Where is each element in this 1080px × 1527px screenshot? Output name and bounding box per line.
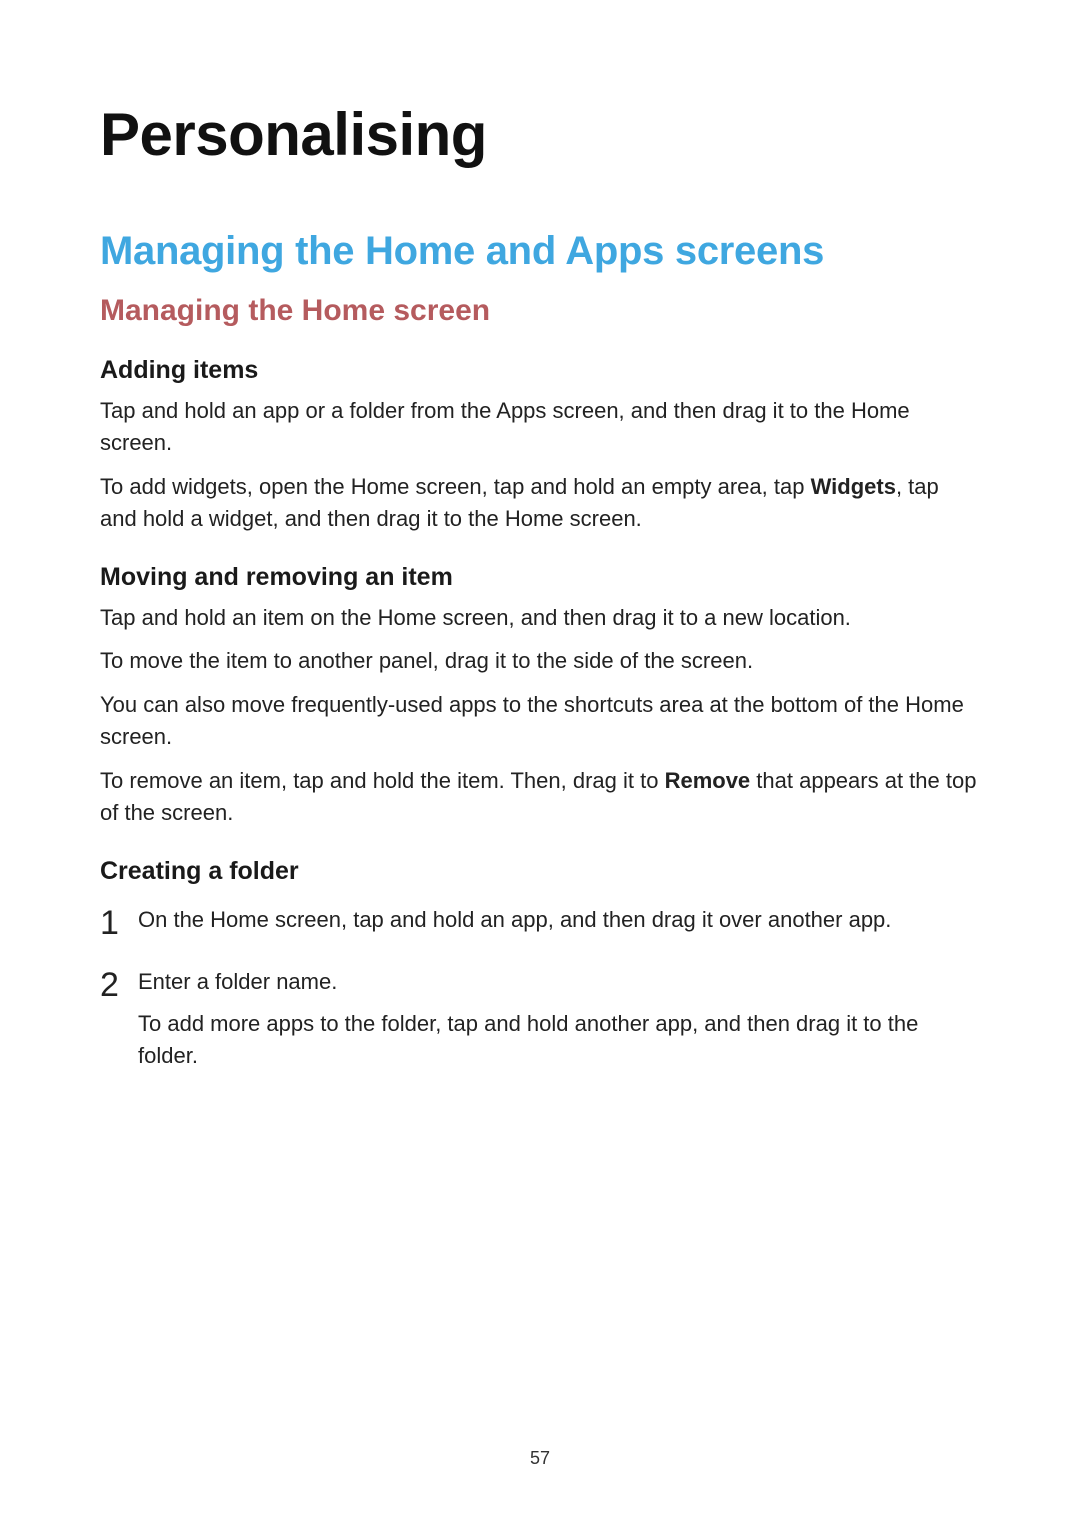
step-number: 1: [100, 904, 138, 940]
paragraph: On the Home screen, tap and hold an app,…: [138, 904, 980, 936]
text: To remove an item, tap and hold the item…: [100, 768, 665, 793]
document-page: Personalising Managing the Home and Apps…: [0, 0, 1080, 1527]
section-title-h2: Managing the Home and Apps screens: [100, 229, 980, 274]
paragraph: Tap and hold an app or a folder from the…: [100, 395, 980, 459]
paragraph: Enter a folder name.: [138, 966, 980, 998]
paragraph: To move the item to another panel, drag …: [100, 645, 980, 677]
numbered-steps: 1 On the Home screen, tap and hold an ap…: [100, 904, 980, 1082]
step-2: 2 Enter a folder name. To add more apps …: [100, 966, 980, 1082]
paragraph: To add more apps to the folder, tap and …: [138, 1008, 980, 1072]
paragraph: To add widgets, open the Home screen, ta…: [100, 471, 980, 535]
text: To add widgets, open the Home screen, ta…: [100, 474, 811, 499]
page-number: 57: [0, 1448, 1080, 1469]
heading-adding-items: Adding items: [100, 356, 980, 385]
bold-text: Remove: [665, 768, 751, 793]
page-title-h1: Personalising: [100, 100, 980, 169]
heading-creating-folder: Creating a folder: [100, 857, 980, 886]
paragraph: Tap and hold an item on the Home screen,…: [100, 602, 980, 634]
step-1: 1 On the Home screen, tap and hold an ap…: [100, 904, 980, 946]
step-body: On the Home screen, tap and hold an app,…: [138, 904, 980, 946]
heading-moving-removing: Moving and removing an item: [100, 563, 980, 592]
subsection-title-h3: Managing the Home screen: [100, 294, 980, 328]
step-body: Enter a folder name. To add more apps to…: [138, 966, 980, 1082]
bold-text: Widgets: [811, 474, 896, 499]
step-number: 2: [100, 966, 138, 1002]
paragraph: To remove an item, tap and hold the item…: [100, 765, 980, 829]
paragraph: You can also move frequently-used apps t…: [100, 689, 980, 753]
